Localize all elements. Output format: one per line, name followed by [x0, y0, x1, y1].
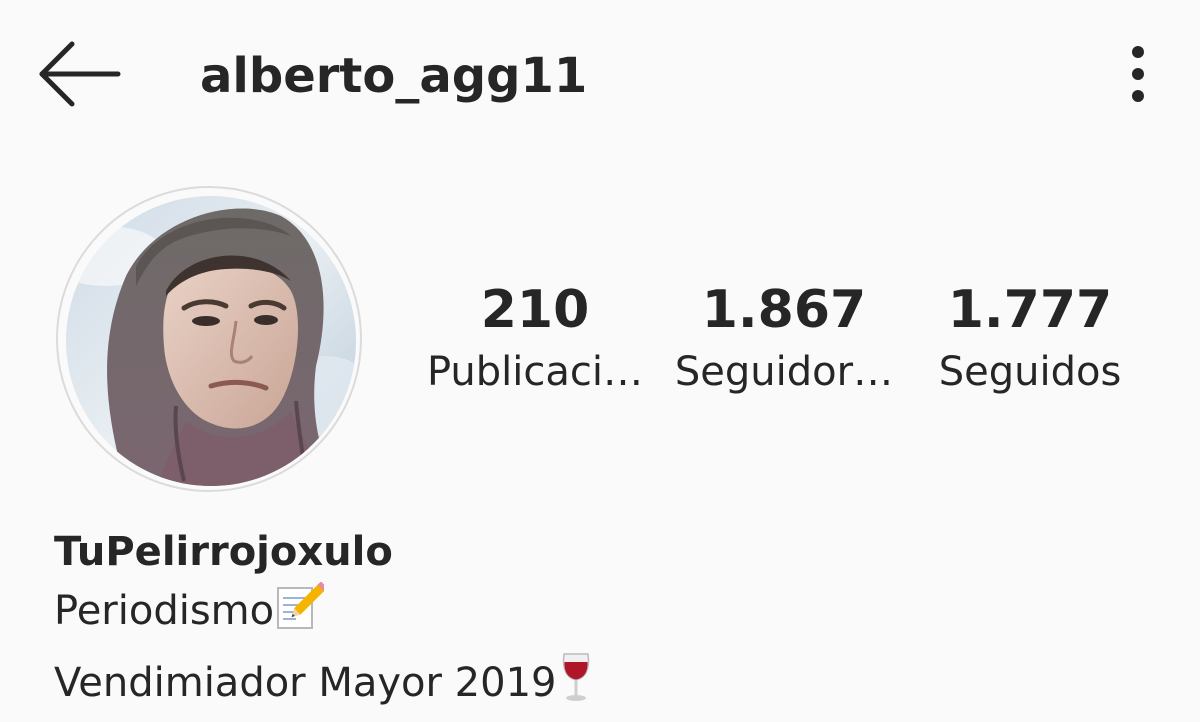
following-stat[interactable]: 1.777 Seguidos [920, 274, 1140, 398]
profile-header: alberto_agg11 [0, 0, 1200, 160]
bio-line-2-text: Vendimiador Mayor 2019 [54, 660, 557, 706]
followers-label: Seguidor… [674, 349, 894, 395]
following-count: 1.777 [947, 280, 1113, 340]
bio-line-1: Periodismo [54, 580, 1154, 650]
wine-glass-icon [556, 650, 596, 722]
bio-line-2: Vendimiador Mayor 2019 [54, 650, 1154, 722]
more-options-button[interactable] [1110, 42, 1166, 108]
following-label: Seguidos [938, 349, 1122, 395]
display-name: TuPelirrojoxulo [54, 529, 393, 575]
followers-stat[interactable]: 1.867 Seguidor… [668, 274, 900, 398]
posts-count: 210 [480, 280, 590, 340]
profile-photo [66, 196, 356, 486]
more-vertical-icon [1132, 46, 1144, 102]
memo-icon [274, 581, 328, 650]
profile-bio: TuPelirrojoxulo Periodismo Vendimiador M… [54, 524, 1154, 722]
avatar[interactable] [66, 196, 356, 486]
posts-stat[interactable]: 210 Publicaci… [410, 274, 660, 398]
posts-label: Publicaci… [427, 349, 643, 395]
profile-stats: 210 Publicaci… 1.867 Seguidor… 1.777 Seg… [410, 274, 1150, 414]
followers-count: 1.867 [701, 280, 867, 340]
arrow-left-icon [39, 41, 121, 107]
profile-username: alberto_agg11 [200, 48, 588, 104]
bio-line-1-text: Periodismo [54, 588, 275, 634]
back-button[interactable] [30, 36, 126, 112]
